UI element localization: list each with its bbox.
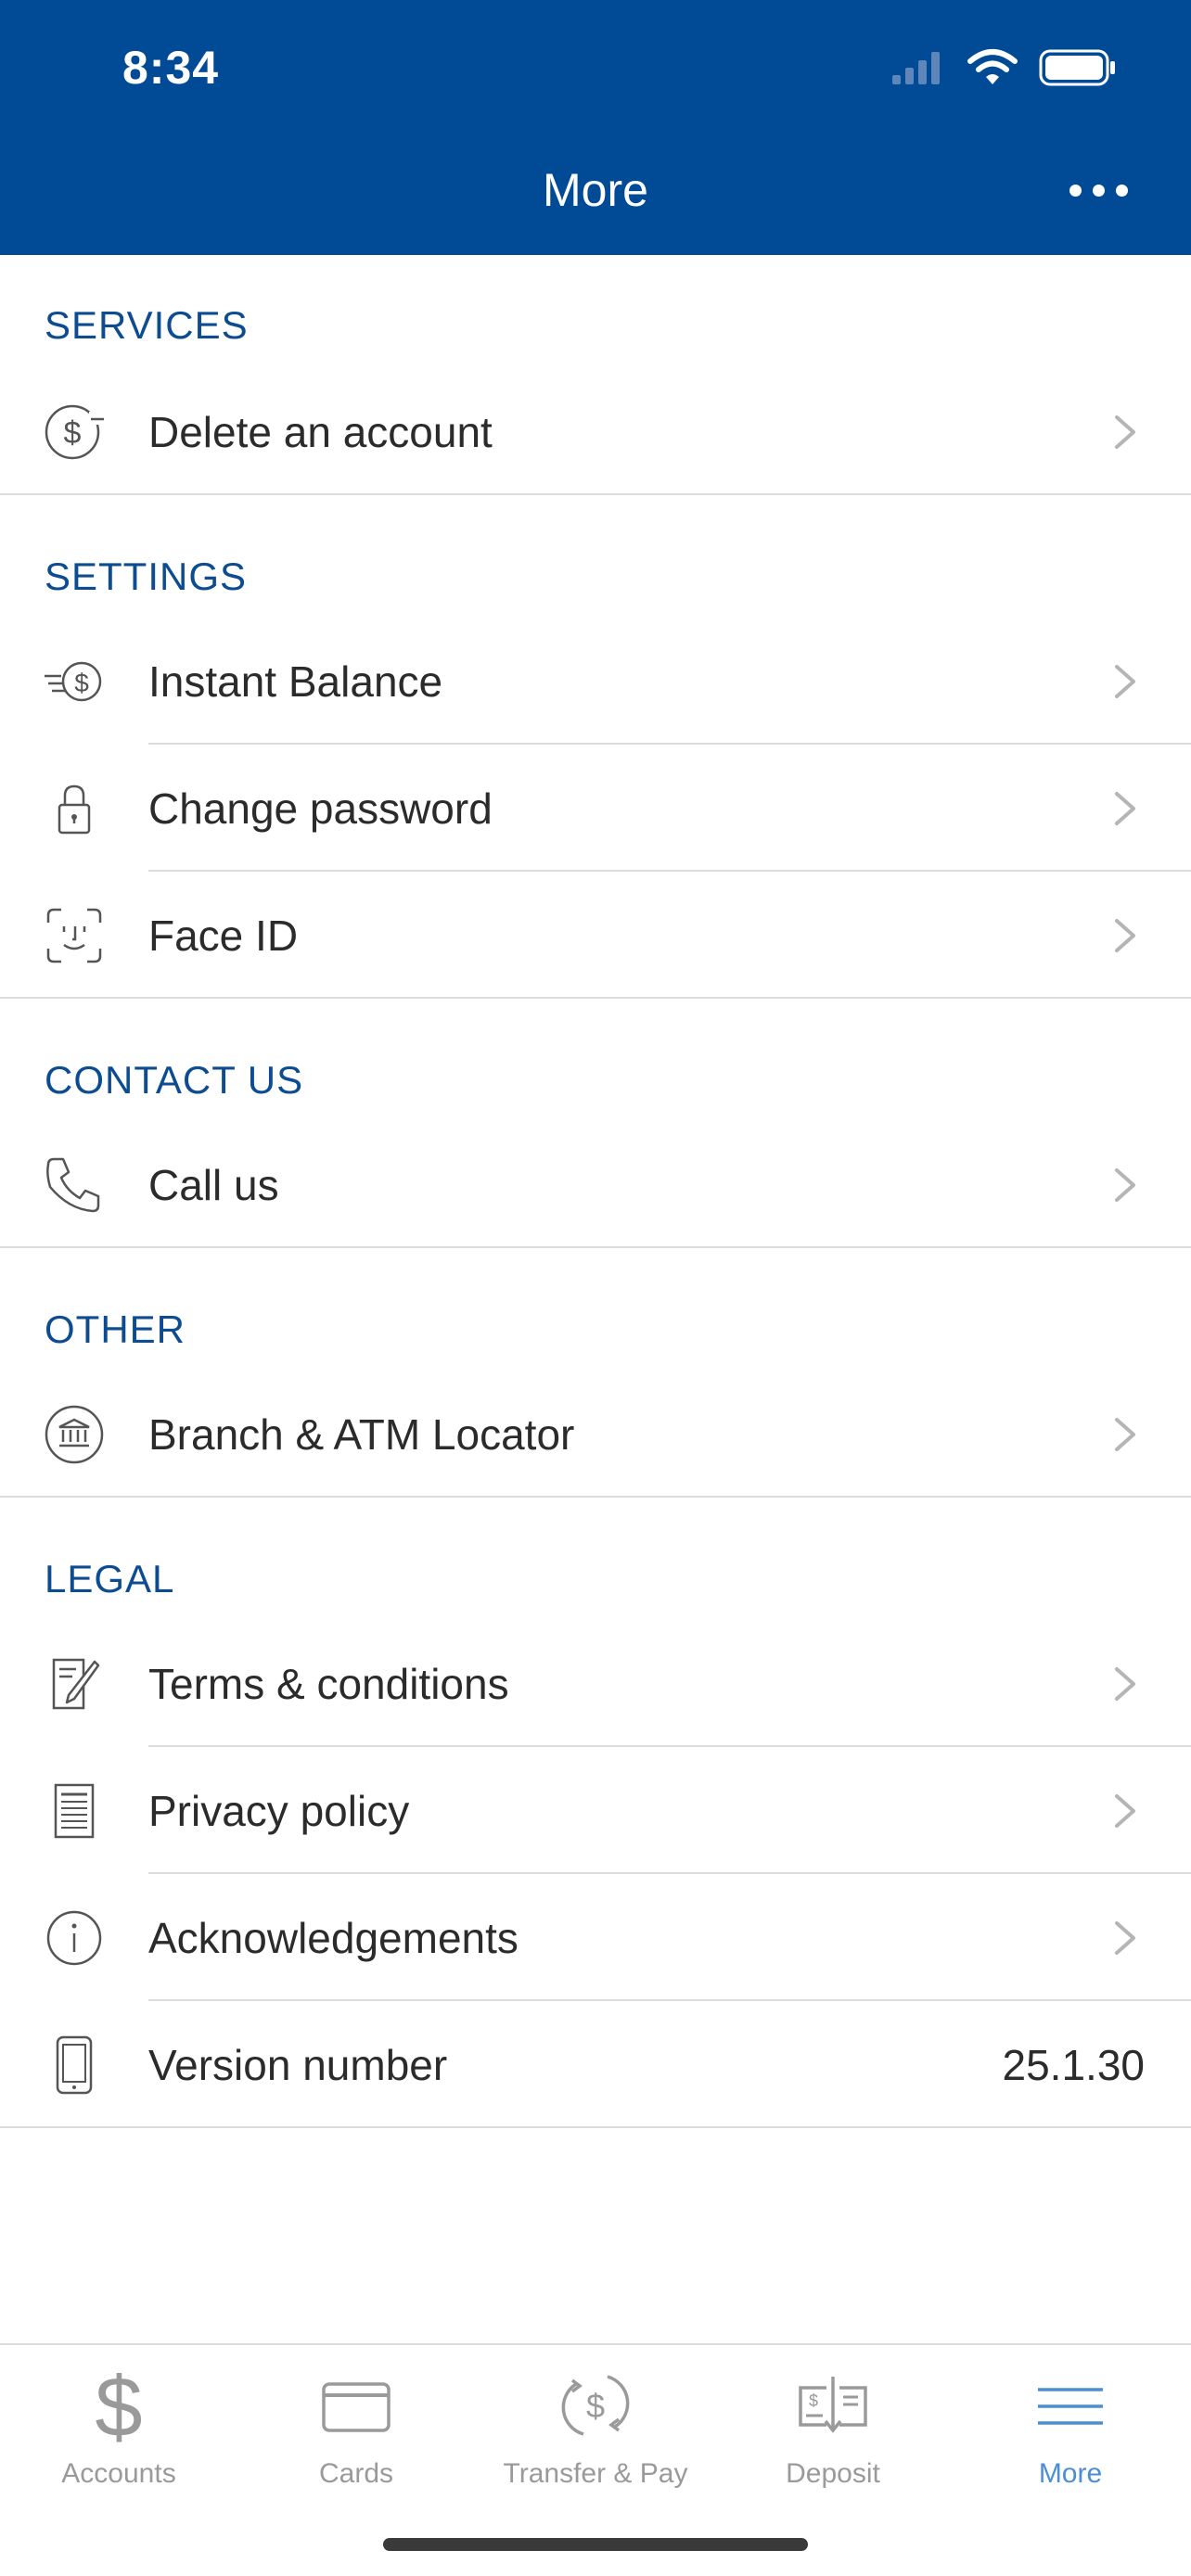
chevron-right-icon [1115,1793,1135,1828]
face-id-icon [41,902,108,969]
chevron-right-icon [1115,1666,1135,1701]
bank-icon [41,1401,108,1468]
tab-accounts[interactable]: $ Accounts [0,2364,237,2503]
row-branch-atm-locator[interactable]: Branch & ATM Locator [0,1371,1191,1498]
row-change-password[interactable]: Change password [0,745,1191,872]
dollar-icon: $ [95,2364,142,2447]
svg-text:$: $ [64,415,82,451]
chevron-right-icon [1115,1167,1135,1202]
more-options-button[interactable] [1061,158,1135,223]
row-label: Call us [148,1160,279,1209]
row-acknowledgements[interactable]: Acknowledgements [0,1874,1191,2001]
check-deposit-icon: $ [799,2377,867,2433]
row-privacy-policy[interactable]: Privacy policy [0,1747,1191,1874]
wifi-icon [967,49,1018,84]
cellular-signal-icon [892,52,940,84]
home-indicator[interactable] [383,2538,808,2551]
section-title: SERVICES [45,303,249,347]
row-terms-conditions[interactable]: Terms & conditions [0,1620,1191,1747]
tab-transfer-pay[interactable]: $ Transfer & Pay [477,2364,714,2503]
info-icon [41,1905,108,1971]
status-time: 8:34 [122,42,220,94]
row-label: Delete an account [148,407,493,456]
chevron-right-icon [1115,414,1135,449]
row-label: Version number [148,2040,448,2089]
row-version-number: Version number 25.1.30 [0,2001,1191,2128]
section-title: LEGAL [45,1557,175,1600]
status-icons [890,46,1117,89]
settings-list: SERVICES $ Delete an account SETTINGS $ … [0,255,1191,2128]
chevron-right-icon [1115,664,1135,698]
row-label: Instant Balance [148,657,443,706]
transfer-icon: $ [561,2375,630,2436]
row-label: Face ID [148,911,299,960]
ellipsis-icon [1069,184,1082,197]
card-icon [322,2382,391,2432]
lock-icon [41,775,108,842]
section-header-contact: CONTACT US [0,999,1191,1121]
chevron-right-icon [1115,1920,1135,1955]
row-call-us[interactable]: Call us [0,1121,1191,1248]
divider [0,2126,1191,2128]
section-title: OTHER [45,1307,186,1351]
section-header-services: SERVICES [0,255,1191,368]
row-label: Acknowledgements [148,1913,519,1962]
section-header-settings: SETTINGS [0,495,1191,618]
page-title: More [543,164,648,216]
row-label: Privacy policy [148,1786,410,1835]
row-label: Branch & ATM Locator [148,1409,575,1459]
row-instant-balance[interactable]: $ Instant Balance [0,618,1191,745]
row-delete-account[interactable]: $ Delete an account [0,368,1191,495]
row-label: Change password [148,784,493,833]
chevron-right-icon [1115,918,1135,952]
tab-more[interactable]: More [952,2364,1189,2503]
ellipsis-dot [1115,184,1128,197]
tab-deposit[interactable]: $ Deposit [714,2364,952,2503]
tab-label: Transfer & Pay [503,2458,688,2489]
section-header-other: OTHER [0,1248,1191,1371]
version-value: 25.1.30 [1002,2040,1145,2089]
menu-icon [1038,2388,1103,2425]
document-list-icon [41,1778,108,1844]
phone-device-icon [41,2032,108,2098]
row-face-id[interactable]: Face ID [0,872,1191,999]
ellipsis-dot [1092,184,1105,197]
chevron-right-icon [1115,1417,1135,1451]
tab-label: Accounts [61,2458,176,2489]
svg-text:$: $ [95,2364,142,2447]
instant-balance-icon: $ [41,648,108,715]
tab-cards[interactable]: Cards [237,2364,475,2503]
section-header-legal: LEGAL [0,1498,1191,1620]
battery-icon [1039,49,1115,86]
tab-label: Deposit [786,2458,880,2489]
svg-text:$: $ [586,2387,605,2425]
svg-text:$: $ [74,669,89,697]
chevron-right-icon [1115,791,1135,825]
tab-label: More [1038,2458,1103,2489]
phone-icon [41,1152,108,1218]
row-label: Terms & conditions [148,1659,509,1708]
document-edit-icon [41,1651,108,1717]
section-title: CONTACT US [45,1058,304,1102]
app-header: 8:34 More [0,0,1191,255]
dollar-minus-icon: $ [41,399,108,465]
svg-text:$: $ [809,2391,818,2410]
tab-label: Cards [318,2458,394,2489]
section-title: SETTINGS [45,555,248,598]
